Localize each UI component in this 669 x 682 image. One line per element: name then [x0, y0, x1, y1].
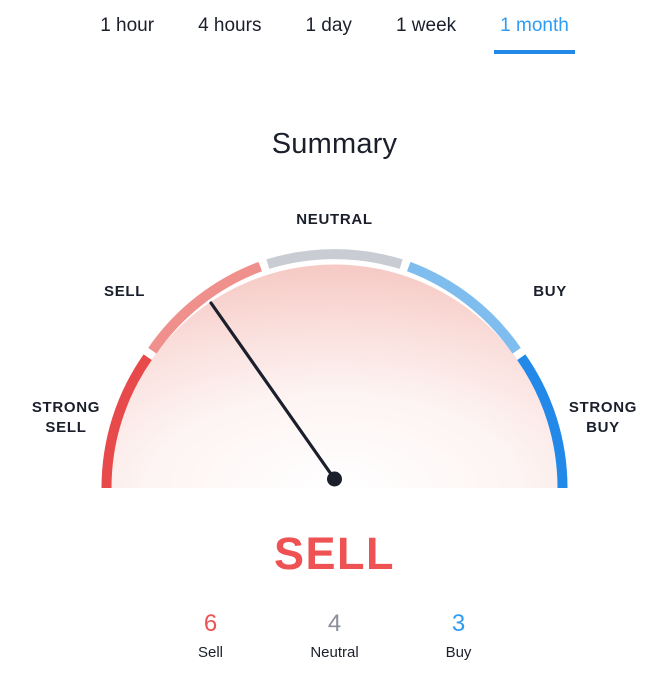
tab-label: 4 hours [198, 15, 262, 36]
gauge-label-strong-buy-line2: BUY [586, 419, 620, 436]
count-neutral: 4 Neutral [273, 608, 397, 666]
gauge-segment-strong-buy [517, 354, 568, 489]
gauge-label-sell: SELL [104, 283, 146, 300]
tab-label: 1 day [305, 15, 352, 36]
count-sell-label: Sell [197, 644, 223, 661]
page-title: Summary [271, 128, 398, 160]
count-buy-value: 3 [451, 610, 466, 637]
gauge-label-strong-sell: STRONG SELL [6, 398, 126, 438]
gauge-fill [111, 264, 558, 488]
gauge-label-strong-buy-line1: STRONG [568, 399, 638, 416]
gauge-label-strong-sell-line2: SELL [45, 419, 87, 436]
tab-4-hours[interactable]: 4 hours [176, 8, 283, 40]
tab-label: 1 month [500, 15, 569, 36]
gauge-segment-sell [148, 261, 263, 354]
tab-1-week[interactable]: 1 week [374, 8, 478, 40]
timeframe-tabs[interactable]: 1 hour 4 hours 1 day 1 week 1 month [0, 0, 669, 56]
signal-counts: 6 Sell 4 Neutral 3 Buy [0, 608, 669, 666]
tab-1-month[interactable]: 1 month [478, 8, 591, 54]
count-buy: 3 Buy [397, 608, 521, 666]
tab-label: 1 hour [100, 15, 155, 36]
count-neutral-value: 4 [327, 610, 342, 637]
gauge-label-strong-sell-line1: STRONG [31, 399, 101, 416]
tab-1-hour[interactable]: 1 hour [78, 8, 176, 40]
gauge-label-strong-buy: STRONG BUY [543, 398, 663, 438]
gauge-segment-strong-sell [101, 354, 152, 489]
tab-label: 1 week [395, 15, 457, 36]
gauge-segment-neutral [266, 249, 403, 269]
gauge-needle [209, 301, 337, 481]
gauge-label-buy: BUY [533, 283, 567, 300]
gauge-label-neutral: NEUTRAL [296, 211, 373, 228]
tab-underline [494, 50, 575, 54]
count-buy-label: Buy [445, 644, 472, 661]
gauge-needle-pivot [327, 471, 342, 487]
count-neutral-label: Neutral [310, 644, 359, 661]
tab-1-day[interactable]: 1 day [283, 8, 373, 40]
count-sell-value: 6 [203, 610, 218, 637]
count-sell: 6 Sell [149, 608, 273, 666]
gauge-segment-buy [406, 261, 521, 354]
summary-verdict: SELL [273, 528, 395, 579]
